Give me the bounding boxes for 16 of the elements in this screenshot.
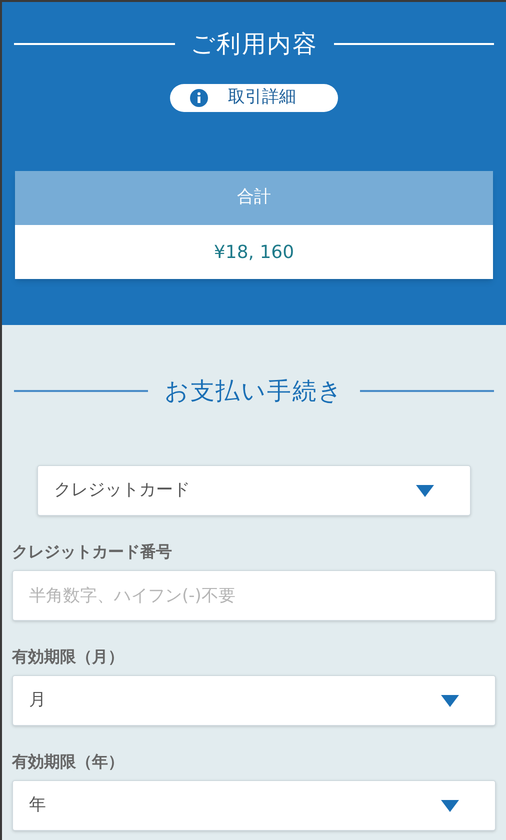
field-label: クレジットカード番号 [12,541,173,563]
transaction-details-button[interactable]: 取引詳細 [170,84,338,112]
card-number-field[interactable]: 半角数字、ハイフン(-)不要 [12,570,496,621]
section-heading: お支払い手続き [164,376,344,407]
dropdown-select[interactable]: 月 [12,675,496,726]
field-label: 有効期限（年） [12,751,125,773]
field-label: 有効期限（月） [12,646,125,668]
dropdown-caret-icon [441,800,459,812]
dropdown-select[interactable]: クレジットカード [37,465,471,516]
dropdown-caret-icon [416,484,434,496]
dropdown-select[interactable]: 年 [12,780,496,831]
info-icon [190,89,208,107]
section-heading: ご利用内容 [190,29,318,60]
total-value: ¥18, 160 [214,240,294,264]
total-label: 合計 [237,186,271,210]
dropdown-caret-icon [441,694,459,706]
